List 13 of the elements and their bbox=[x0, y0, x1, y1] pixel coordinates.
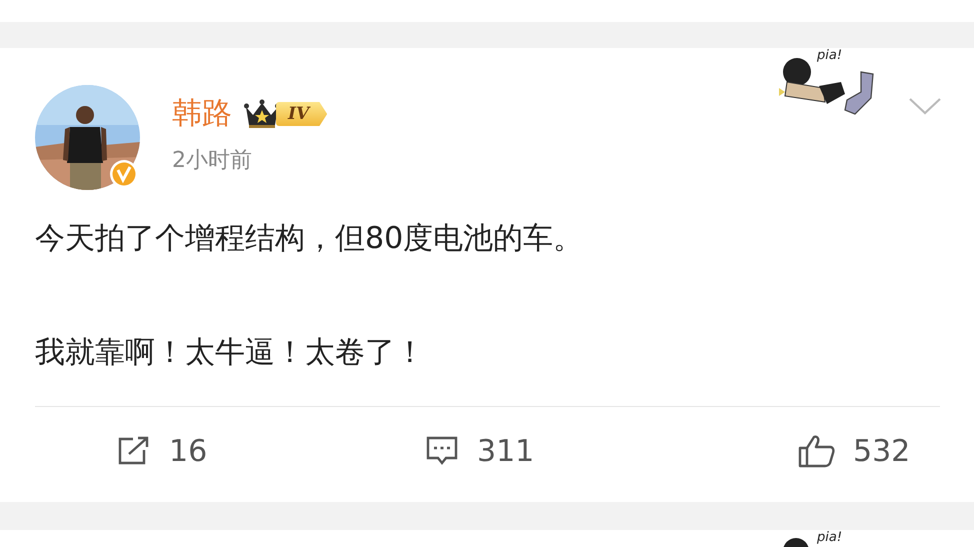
like-count: 532 bbox=[853, 434, 910, 468]
comment-count: 311 bbox=[477, 434, 534, 468]
post-time: 2小时前 bbox=[172, 147, 253, 175]
repost-count: 16 bbox=[169, 434, 208, 468]
post-text: 我就靠啊！太牛逼！太卷了！ bbox=[35, 334, 426, 372]
post-text: 今天拍了个增程结构，但80度电池的车。 bbox=[35, 220, 584, 258]
share-icon[interactable] bbox=[117, 436, 151, 466]
sticker-text: pia! bbox=[817, 530, 842, 545]
comment-icon[interactable] bbox=[425, 435, 459, 467]
level-badge: IV bbox=[276, 102, 328, 126]
author-name[interactable]: 韩路 bbox=[172, 95, 232, 133]
sticker-text: pia! bbox=[817, 48, 842, 63]
thumbs-up-icon[interactable] bbox=[797, 434, 835, 468]
